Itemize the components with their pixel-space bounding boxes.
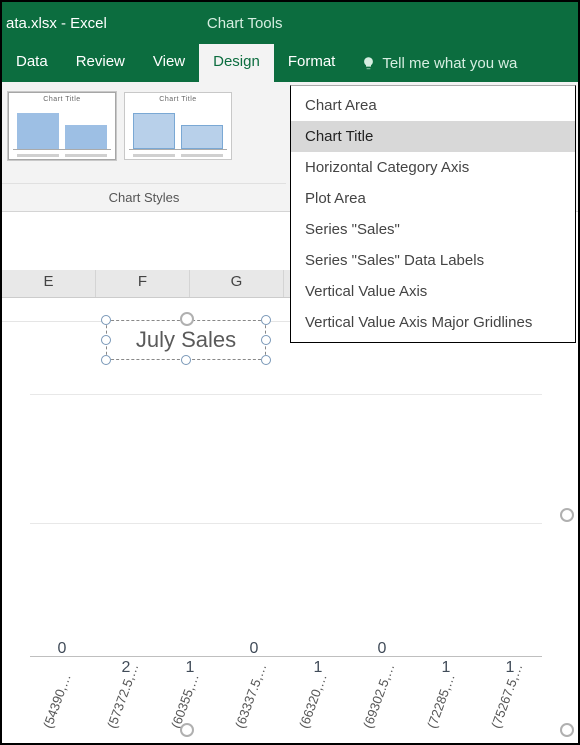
selection-handle[interactable] [261, 355, 271, 365]
cell-row[interactable] [2, 298, 292, 322]
selection-handle[interactable] [101, 315, 111, 325]
dropdown-item-horizontal-axis[interactable]: Horizontal Category Axis [291, 152, 575, 183]
column-headers: E F G [2, 270, 292, 298]
chart-style-thumb-1[interactable]: Chart Title [8, 92, 116, 160]
col-header-g[interactable]: G [190, 270, 284, 297]
category-label: (54390,… [40, 671, 74, 730]
ribbon-group-label: Chart Styles [2, 183, 286, 205]
ribbon-tabstrip: Data Review View Design Format Tell me w… [2, 44, 578, 82]
chart-selection-handle[interactable] [560, 508, 574, 522]
chart-elements-dropdown[interactable]: Chart Area Chart Title Horizontal Catego… [290, 85, 576, 343]
category-label: (75267.5,… [488, 661, 525, 730]
tab-view[interactable]: View [139, 44, 199, 82]
dropdown-item-plot-area[interactable]: Plot Area [291, 183, 575, 214]
title-bar: ata.xlsx - Excel Chart Tools [2, 2, 578, 44]
category-label: (66320,… [296, 671, 330, 730]
category-label: (72285,… [424, 671, 458, 730]
selection-handle[interactable] [101, 355, 111, 365]
selection-handle[interactable] [181, 355, 191, 365]
chart-style-thumb-2[interactable]: Chart Title [124, 92, 232, 160]
chart-selection-handle[interactable] [180, 312, 194, 326]
category-label: (69302.5,… [360, 661, 397, 730]
col-header-e[interactable]: E [2, 270, 96, 297]
data-label: 0 [361, 640, 403, 658]
col-header-f[interactable]: F [96, 270, 190, 297]
window-title: ata.xlsx - Excel [2, 15, 107, 32]
chart-selection-handle[interactable] [180, 723, 194, 737]
dropdown-item-series-sales[interactable]: Series "Sales" [291, 214, 575, 245]
chart-title-text: July Sales [136, 327, 236, 353]
data-label: 0 [41, 640, 83, 658]
lightbulb-icon [361, 56, 376, 71]
tab-review[interactable]: Review [62, 44, 139, 82]
tab-format[interactable]: Format [274, 44, 350, 82]
embedded-chart[interactable]: 02101011 (54390,… (57372.5,… (60355,… (6333… [10, 372, 570, 745]
category-label: (60355,… [168, 671, 202, 730]
dropdown-item-chart-area[interactable]: Chart Area [291, 90, 575, 121]
selection-handle[interactable] [101, 335, 111, 345]
chart-selection-handle[interactable] [560, 723, 574, 737]
plot-area[interactable]: 02101011 [30, 392, 542, 657]
dropdown-item-vertical-axis[interactable]: Vertical Value Axis [291, 276, 575, 307]
tab-data[interactable]: Data [2, 44, 62, 82]
dropdown-item-vertical-gridlines[interactable]: Vertical Value Axis Major Gridlines [291, 307, 575, 338]
chart-title-editbox[interactable]: July Sales [106, 320, 266, 360]
tell-me-search[interactable]: Tell me what you wa [349, 44, 517, 82]
category-label: (63337.5,… [232, 661, 269, 730]
selection-handle[interactable] [261, 315, 271, 325]
tell-me-text: Tell me what you wa [382, 55, 517, 72]
contextual-tab-label: Chart Tools [207, 15, 283, 32]
dropdown-item-series-data-labels[interactable]: Series "Sales" Data Labels [291, 245, 575, 276]
data-label: 0 [233, 640, 275, 658]
selection-handle[interactable] [261, 335, 271, 345]
tab-design[interactable]: Design [199, 44, 274, 82]
category-label: (57372.5,… [104, 661, 141, 730]
dropdown-item-chart-title[interactable]: Chart Title [291, 121, 575, 152]
